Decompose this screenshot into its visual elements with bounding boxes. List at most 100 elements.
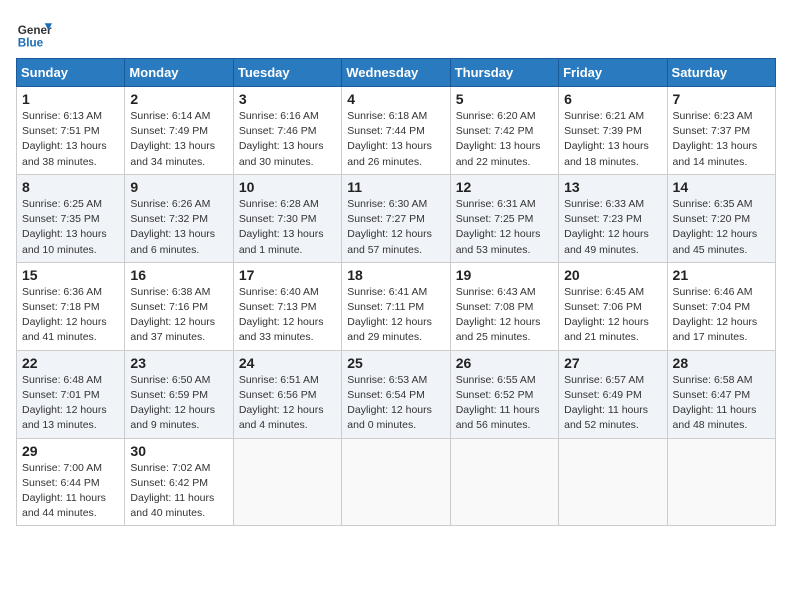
- day-number: 18: [347, 267, 444, 283]
- day-number: 6: [564, 91, 661, 107]
- calendar-cell: 7 Sunrise: 6:23 AM Sunset: 7:37 PM Dayli…: [667, 87, 775, 175]
- day-number: 27: [564, 355, 661, 371]
- calendar-cell: 25 Sunrise: 6:53 AM Sunset: 6:54 PM Dayl…: [342, 350, 450, 438]
- day-info: Sunrise: 6:18 AM Sunset: 7:44 PM Dayligh…: [347, 109, 444, 170]
- day-number: 14: [673, 179, 770, 195]
- calendar-cell: 14 Sunrise: 6:35 AM Sunset: 7:20 PM Dayl…: [667, 174, 775, 262]
- day-number: 11: [347, 179, 444, 195]
- day-number: 25: [347, 355, 444, 371]
- day-number: 4: [347, 91, 444, 107]
- day-info: Sunrise: 6:36 AM Sunset: 7:18 PM Dayligh…: [22, 285, 119, 346]
- page-header: General Blue: [16, 16, 776, 52]
- day-number: 19: [456, 267, 553, 283]
- calendar-cell: 1 Sunrise: 6:13 AM Sunset: 7:51 PM Dayli…: [17, 87, 125, 175]
- calendar-cell: [342, 438, 450, 526]
- day-info: Sunrise: 6:14 AM Sunset: 7:49 PM Dayligh…: [130, 109, 227, 170]
- calendar-week-row: 1 Sunrise: 6:13 AM Sunset: 7:51 PM Dayli…: [17, 87, 776, 175]
- day-number: 30: [130, 443, 227, 459]
- logo-icon: General Blue: [16, 16, 52, 52]
- calendar-cell: 21 Sunrise: 6:46 AM Sunset: 7:04 PM Dayl…: [667, 262, 775, 350]
- calendar-cell: 8 Sunrise: 6:25 AM Sunset: 7:35 PM Dayli…: [17, 174, 125, 262]
- calendar-cell: 6 Sunrise: 6:21 AM Sunset: 7:39 PM Dayli…: [559, 87, 667, 175]
- day-number: 22: [22, 355, 119, 371]
- day-number: 13: [564, 179, 661, 195]
- calendar-cell: 29 Sunrise: 7:00 AM Sunset: 6:44 PM Dayl…: [17, 438, 125, 526]
- day-info: Sunrise: 6:53 AM Sunset: 6:54 PM Dayligh…: [347, 373, 444, 434]
- calendar-cell: [233, 438, 341, 526]
- day-info: Sunrise: 6:48 AM Sunset: 7:01 PM Dayligh…: [22, 373, 119, 434]
- day-info: Sunrise: 6:28 AM Sunset: 7:30 PM Dayligh…: [239, 197, 336, 258]
- day-number: 12: [456, 179, 553, 195]
- calendar-cell: 2 Sunrise: 6:14 AM Sunset: 7:49 PM Dayli…: [125, 87, 233, 175]
- day-number: 24: [239, 355, 336, 371]
- calendar-week-row: 8 Sunrise: 6:25 AM Sunset: 7:35 PM Dayli…: [17, 174, 776, 262]
- calendar-cell: 11 Sunrise: 6:30 AM Sunset: 7:27 PM Dayl…: [342, 174, 450, 262]
- weekday-header: Tuesday: [233, 59, 341, 87]
- day-number: 16: [130, 267, 227, 283]
- weekday-header: Monday: [125, 59, 233, 87]
- day-info: Sunrise: 6:25 AM Sunset: 7:35 PM Dayligh…: [22, 197, 119, 258]
- day-number: 7: [673, 91, 770, 107]
- logo: General Blue: [16, 16, 52, 52]
- calendar-week-row: 22 Sunrise: 6:48 AM Sunset: 7:01 PM Dayl…: [17, 350, 776, 438]
- day-info: Sunrise: 7:00 AM Sunset: 6:44 PM Dayligh…: [22, 461, 119, 522]
- day-info: Sunrise: 6:20 AM Sunset: 7:42 PM Dayligh…: [456, 109, 553, 170]
- calendar-cell: 28 Sunrise: 6:58 AM Sunset: 6:47 PM Dayl…: [667, 350, 775, 438]
- calendar-week-row: 29 Sunrise: 7:00 AM Sunset: 6:44 PM Dayl…: [17, 438, 776, 526]
- calendar-cell: 23 Sunrise: 6:50 AM Sunset: 6:59 PM Dayl…: [125, 350, 233, 438]
- calendar-cell: 9 Sunrise: 6:26 AM Sunset: 7:32 PM Dayli…: [125, 174, 233, 262]
- day-info: Sunrise: 6:30 AM Sunset: 7:27 PM Dayligh…: [347, 197, 444, 258]
- calendar-cell: 12 Sunrise: 6:31 AM Sunset: 7:25 PM Dayl…: [450, 174, 558, 262]
- day-info: Sunrise: 6:58 AM Sunset: 6:47 PM Dayligh…: [673, 373, 770, 434]
- day-info: Sunrise: 6:38 AM Sunset: 7:16 PM Dayligh…: [130, 285, 227, 346]
- calendar-cell: 17 Sunrise: 6:40 AM Sunset: 7:13 PM Dayl…: [233, 262, 341, 350]
- day-info: Sunrise: 6:41 AM Sunset: 7:11 PM Dayligh…: [347, 285, 444, 346]
- weekday-header: Wednesday: [342, 59, 450, 87]
- calendar-cell: 16 Sunrise: 6:38 AM Sunset: 7:16 PM Dayl…: [125, 262, 233, 350]
- day-number: 3: [239, 91, 336, 107]
- day-info: Sunrise: 6:43 AM Sunset: 7:08 PM Dayligh…: [456, 285, 553, 346]
- calendar-cell: 4 Sunrise: 6:18 AM Sunset: 7:44 PM Dayli…: [342, 87, 450, 175]
- day-number: 9: [130, 179, 227, 195]
- calendar-cell: 19 Sunrise: 6:43 AM Sunset: 7:08 PM Dayl…: [450, 262, 558, 350]
- day-number: 1: [22, 91, 119, 107]
- day-number: 23: [130, 355, 227, 371]
- calendar-cell: 22 Sunrise: 6:48 AM Sunset: 7:01 PM Dayl…: [17, 350, 125, 438]
- calendar-cell: 27 Sunrise: 6:57 AM Sunset: 6:49 PM Dayl…: [559, 350, 667, 438]
- day-info: Sunrise: 6:16 AM Sunset: 7:46 PM Dayligh…: [239, 109, 336, 170]
- day-number: 26: [456, 355, 553, 371]
- day-info: Sunrise: 7:02 AM Sunset: 6:42 PM Dayligh…: [130, 461, 227, 522]
- day-number: 29: [22, 443, 119, 459]
- day-info: Sunrise: 6:50 AM Sunset: 6:59 PM Dayligh…: [130, 373, 227, 434]
- calendar-cell: 13 Sunrise: 6:33 AM Sunset: 7:23 PM Dayl…: [559, 174, 667, 262]
- calendar-cell: 30 Sunrise: 7:02 AM Sunset: 6:42 PM Dayl…: [125, 438, 233, 526]
- calendar-cell: 15 Sunrise: 6:36 AM Sunset: 7:18 PM Dayl…: [17, 262, 125, 350]
- weekday-header: Thursday: [450, 59, 558, 87]
- calendar-header-row: SundayMondayTuesdayWednesdayThursdayFrid…: [17, 59, 776, 87]
- day-info: Sunrise: 6:13 AM Sunset: 7:51 PM Dayligh…: [22, 109, 119, 170]
- day-info: Sunrise: 6:55 AM Sunset: 6:52 PM Dayligh…: [456, 373, 553, 434]
- day-info: Sunrise: 6:57 AM Sunset: 6:49 PM Dayligh…: [564, 373, 661, 434]
- weekday-header: Friday: [559, 59, 667, 87]
- day-info: Sunrise: 6:31 AM Sunset: 7:25 PM Dayligh…: [456, 197, 553, 258]
- weekday-header: Sunday: [17, 59, 125, 87]
- day-number: 15: [22, 267, 119, 283]
- day-info: Sunrise: 6:26 AM Sunset: 7:32 PM Dayligh…: [130, 197, 227, 258]
- day-number: 28: [673, 355, 770, 371]
- calendar-cell: 3 Sunrise: 6:16 AM Sunset: 7:46 PM Dayli…: [233, 87, 341, 175]
- calendar-cell: [667, 438, 775, 526]
- calendar-cell: 20 Sunrise: 6:45 AM Sunset: 7:06 PM Dayl…: [559, 262, 667, 350]
- day-info: Sunrise: 6:33 AM Sunset: 7:23 PM Dayligh…: [564, 197, 661, 258]
- calendar-cell: [450, 438, 558, 526]
- calendar-cell: 24 Sunrise: 6:51 AM Sunset: 6:56 PM Dayl…: [233, 350, 341, 438]
- day-info: Sunrise: 6:45 AM Sunset: 7:06 PM Dayligh…: [564, 285, 661, 346]
- calendar-cell: [559, 438, 667, 526]
- day-number: 10: [239, 179, 336, 195]
- calendar-cell: 10 Sunrise: 6:28 AM Sunset: 7:30 PM Dayl…: [233, 174, 341, 262]
- calendar-cell: 5 Sunrise: 6:20 AM Sunset: 7:42 PM Dayli…: [450, 87, 558, 175]
- day-number: 5: [456, 91, 553, 107]
- day-info: Sunrise: 6:40 AM Sunset: 7:13 PM Dayligh…: [239, 285, 336, 346]
- day-number: 17: [239, 267, 336, 283]
- day-info: Sunrise: 6:21 AM Sunset: 7:39 PM Dayligh…: [564, 109, 661, 170]
- day-number: 2: [130, 91, 227, 107]
